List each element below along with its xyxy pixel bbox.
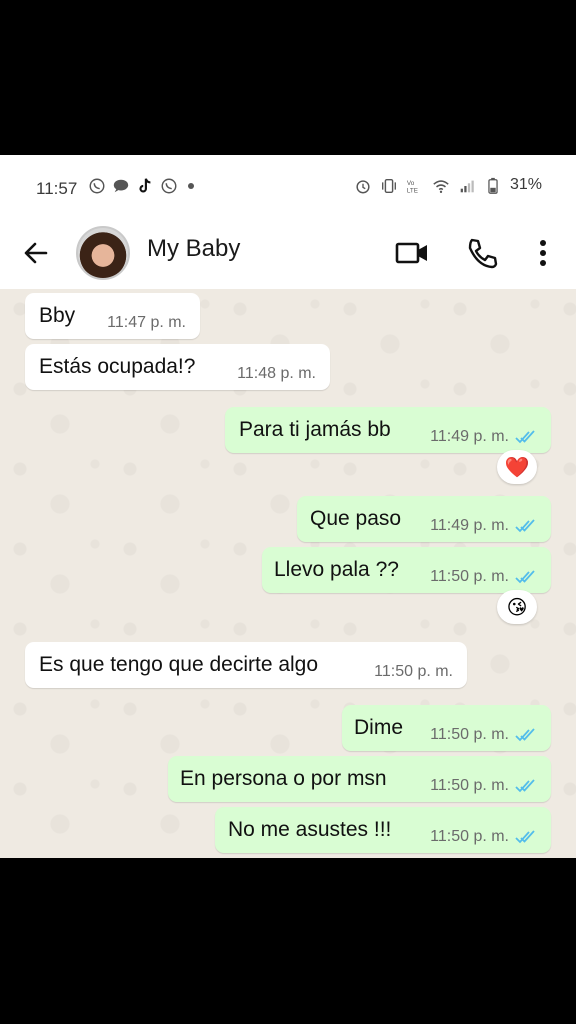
message-time: 11:50 p. m.: [430, 726, 509, 743]
read-ticks-icon: [515, 519, 535, 533]
message-text: Dime: [354, 716, 404, 739]
whatsapp-icon: [89, 178, 105, 194]
reaction-kiss: 😘: [506, 596, 528, 619]
read-ticks-icon: [515, 570, 535, 584]
message-time: 11:48 p. m.: [237, 365, 316, 382]
phone-screen: 11:57 Vo LTE 31% My Baby Bby 11:47 p. m.…: [0, 155, 576, 858]
battery-percent: 31%: [509, 176, 542, 193]
notification-icons: [88, 177, 194, 195]
read-ticks-icon: [515, 830, 535, 844]
message-time: 11:50 p. m.: [374, 663, 453, 680]
message-bubble-out[interactable]: En persona o por msn 11:50 p. m.: [168, 756, 551, 802]
message-text: Que paso: [310, 507, 402, 530]
svg-text:LTE: LTE: [407, 187, 418, 194]
more-options-icon[interactable]: [525, 235, 561, 271]
system-icons: Vo LTE 31%: [354, 176, 542, 195]
message-text: Llevo pala ??: [274, 558, 399, 581]
chat-header: My Baby: [0, 221, 576, 289]
message-meta: 11:50 p. m.: [374, 663, 453, 681]
message-text: No me asustes !!!: [228, 818, 392, 841]
read-ticks-icon: [515, 779, 535, 793]
message-meta: 11:47 p. m.: [107, 314, 186, 332]
message-time: 11:50 p. m.: [430, 568, 509, 585]
message-bubble-out[interactable]: Que paso 11:49 p. m.: [297, 496, 551, 542]
whatsapp-icon-2: [161, 178, 177, 194]
message-time: 11:50 p. m.: [430, 828, 509, 845]
message-text: Para ti jamás bb: [239, 418, 391, 441]
battery-icon: [488, 177, 498, 194]
volte-icon: VoLTE: [407, 180, 418, 194]
message-text: Bby: [39, 304, 76, 327]
message-time: 11:50 p. m.: [430, 777, 509, 794]
message-time: 11:49 p. m.: [430, 517, 509, 534]
message-text: En persona o por msn: [180, 767, 387, 790]
status-time: 11:57: [36, 179, 78, 198]
contact-name[interactable]: My Baby: [147, 235, 240, 263]
message-bubble-in[interactable]: Bby 11:47 p. m.: [25, 293, 200, 339]
message-text: Es que tengo que decirte algo: [39, 653, 319, 676]
message-meta: 11:50 p. m.: [430, 777, 541, 795]
read-ticks-icon: [515, 728, 535, 742]
message-bubble-out[interactable]: Dime 11:50 p. m.: [342, 705, 551, 751]
message-bubble-in[interactable]: Estás ocupada!? 11:48 p. m.: [25, 344, 330, 390]
message-time: 11:49 p. m.: [430, 428, 509, 445]
message-bubble-out[interactable]: Para ti jamás bb 11:49 p. m.: [225, 407, 551, 453]
tiktok-icon: [139, 178, 151, 193]
status-bar: 11:57 Vo LTE 31%: [0, 155, 576, 221]
wifi-icon: [433, 180, 449, 194]
contact-avatar[interactable]: [76, 226, 130, 280]
reaction-badge[interactable]: 😘: [497, 590, 537, 624]
message-meta: 11:50 p. m.: [430, 726, 541, 744]
video-call-icon[interactable]: [394, 235, 430, 271]
vibrate-icon: [381, 178, 396, 194]
message-bubble-out[interactable]: No me asustes !!! 11:50 p. m.: [215, 807, 551, 853]
message-meta: 11:49 p. m.: [430, 428, 541, 446]
voice-call-icon[interactable]: [464, 235, 500, 271]
message-meta: 11:50 p. m.: [430, 568, 541, 586]
more-notifications-dot: [188, 183, 194, 189]
message-bubble-out[interactable]: Llevo pala ?? 11:50 p. m.: [262, 547, 551, 593]
chat-area[interactable]: Bby 11:47 p. m. Estás ocupada!? 11:48 p.…: [0, 289, 576, 858]
chat-bubble-icon: [113, 179, 129, 193]
message-time: 11:47 p. m.: [107, 314, 186, 331]
message-bubble-in[interactable]: Es que tengo que decirte algo 11:50 p. m…: [25, 642, 467, 688]
message-meta: 11:48 p. m.: [237, 365, 316, 383]
message-text: Estás ocupada!?: [39, 355, 196, 378]
reaction-heart: ❤️: [504, 456, 530, 479]
svg-text:Vo: Vo: [407, 180, 415, 187]
message-meta: 11:50 p. m.: [430, 828, 541, 846]
read-ticks-icon: [515, 430, 535, 444]
back-arrow-icon[interactable]: [20, 237, 52, 269]
alarm-icon: [356, 180, 370, 194]
reaction-badge[interactable]: ❤️: [497, 450, 537, 484]
message-meta: 11:49 p. m.: [430, 517, 541, 535]
signal-icon: [460, 180, 474, 193]
